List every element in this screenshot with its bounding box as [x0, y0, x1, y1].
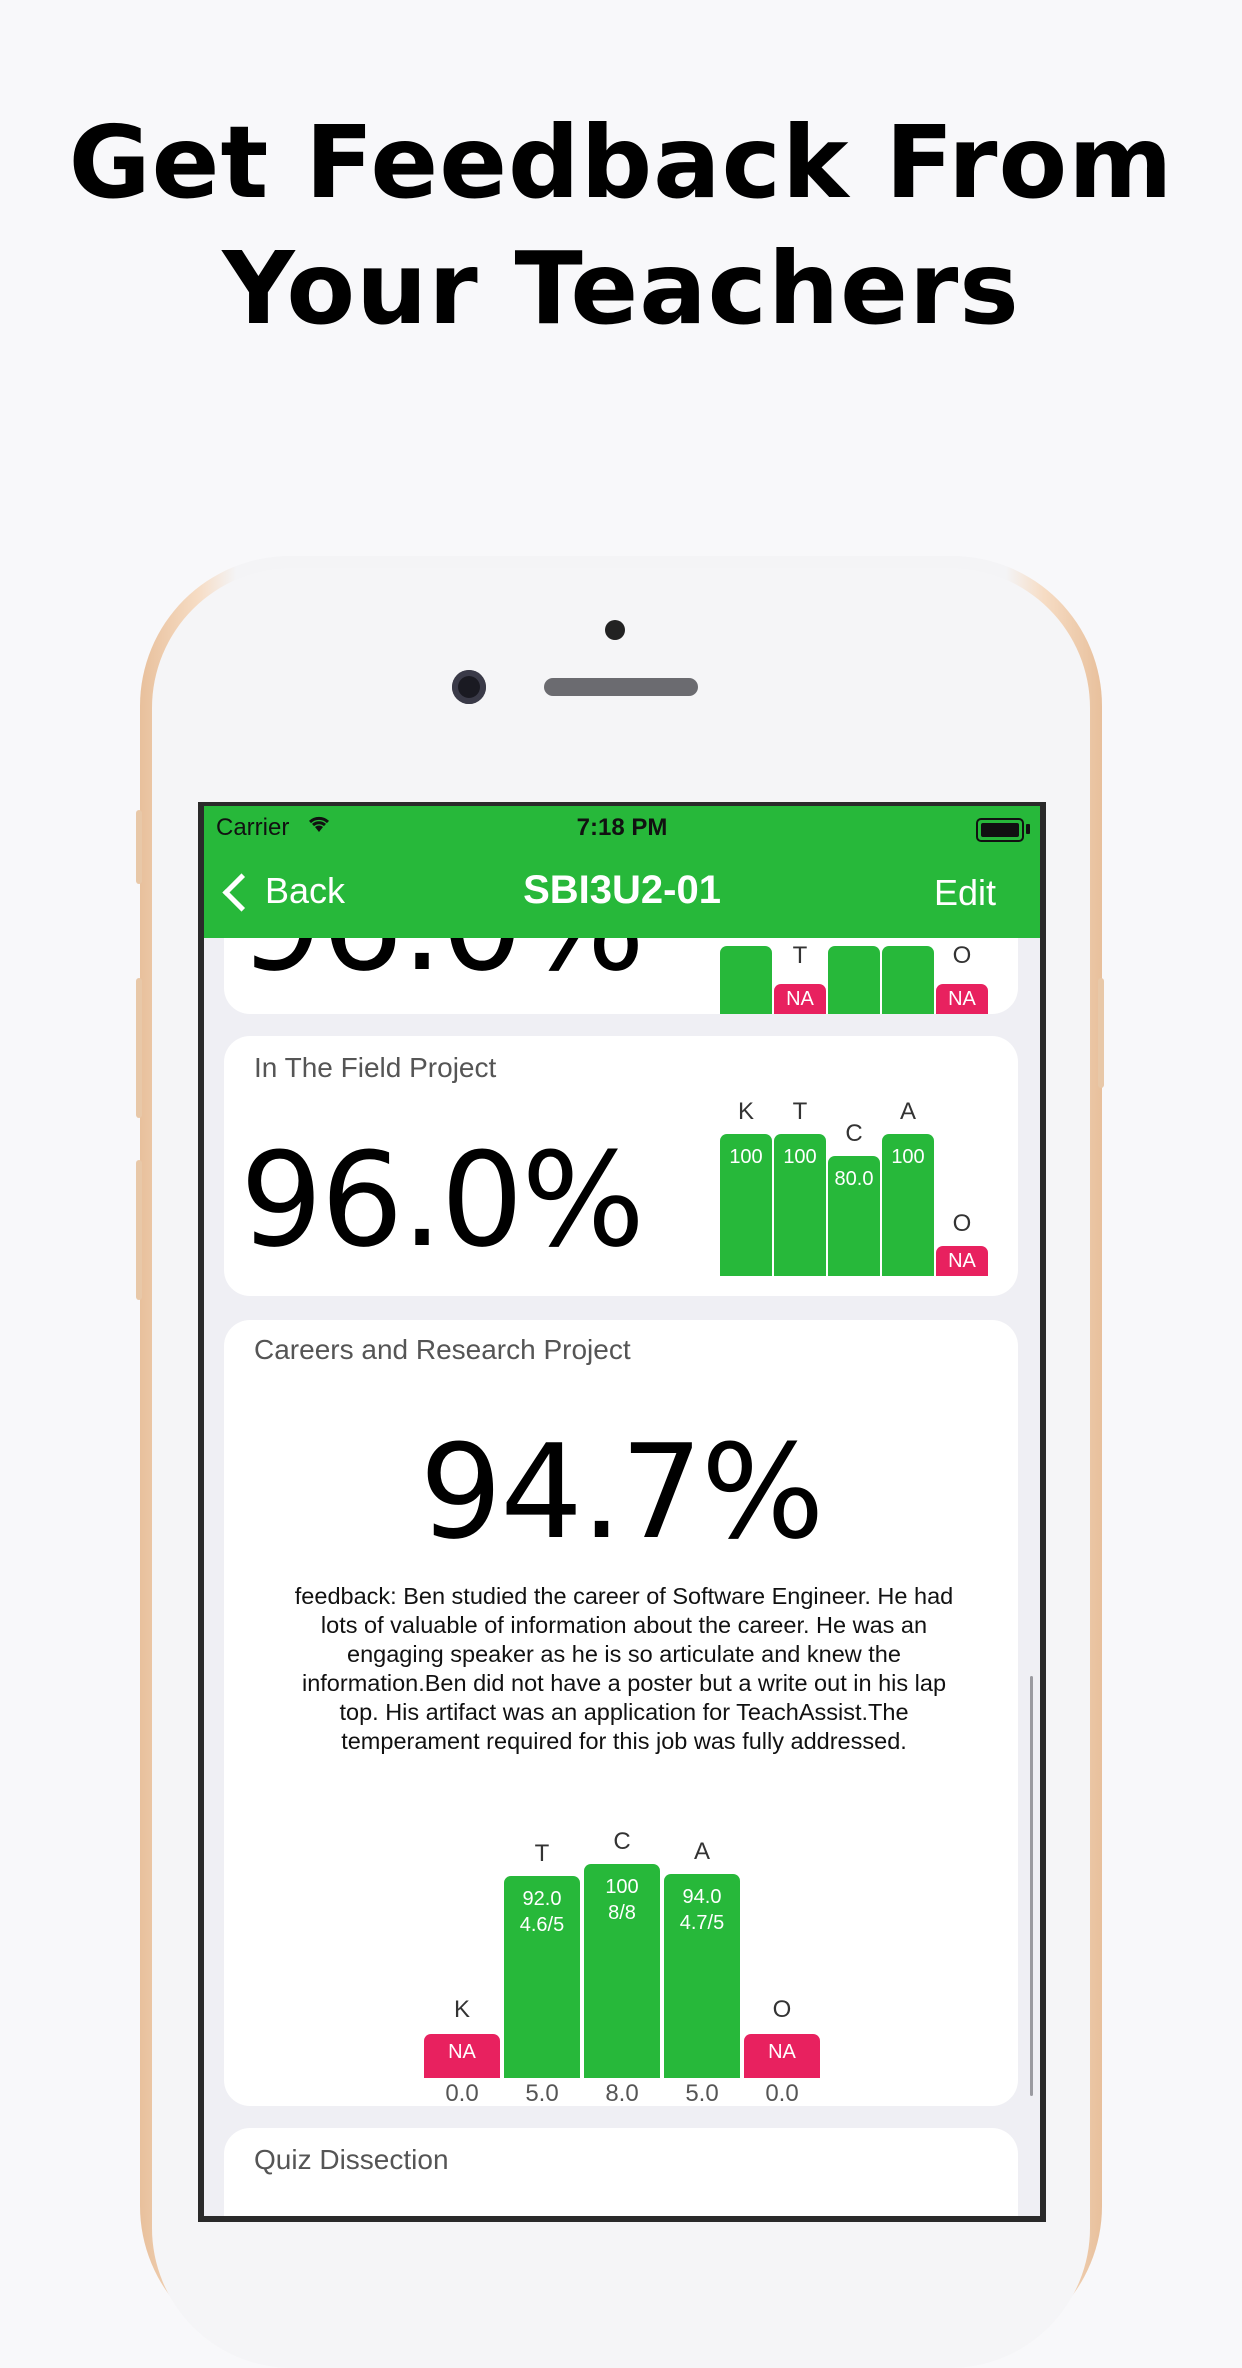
bar-label-a: A: [693, 1838, 710, 1865]
bar-c: [828, 946, 880, 1014]
bar-label-c: C: [845, 1120, 863, 1147]
teacher-feedback: feedback: Ben studied the career of Soft…: [294, 1583, 954, 1754]
side-button-mute: [136, 810, 142, 884]
weight-t: 5.0: [525, 2080, 559, 2106]
assessment-title: In The Field Project: [254, 1052, 497, 1083]
weight-k: 0.0: [445, 2080, 479, 2106]
bar-label-t: T: [792, 1098, 808, 1125]
bar-label-k: K: [453, 1996, 470, 2023]
assessment-percentage: 94.7%: [419, 1416, 825, 1568]
navigation-bar: Carrier 7:18 PM Back SBI3U2-01 Edit: [204, 806, 1040, 938]
app-screen: Carrier 7:18 PM Back SBI3U2-01 Edit 96.0…: [204, 806, 1040, 2216]
bar-label-t: T: [534, 1840, 550, 1867]
status-time: 7:18 PM: [576, 814, 668, 841]
bar-t: 92.0 4.6/5: [504, 1876, 580, 2078]
weight-a: 5.0: [685, 2080, 719, 2106]
assessment-percentage: 96.0%: [240, 1124, 645, 1276]
headline-line-2: Your Teachers: [222, 230, 1020, 347]
bar-k: 100: [720, 1134, 772, 1276]
bar-o-na: NA: [936, 1246, 988, 1276]
bar-k-na: NA: [424, 2034, 500, 2078]
assessment-card-quiz-dissection[interactable]: Quiz Dissection: [224, 2128, 1018, 2216]
assessment-card-field-project[interactable]: In The Field Project 96.0% K 100 T 100 C…: [224, 1036, 1018, 1296]
course-title: SBI3U2-01: [523, 868, 721, 912]
weight-o: 0.0: [765, 2080, 799, 2106]
side-button-volume-up: [136, 978, 142, 1118]
headline: Get Feedback From Your Teachers: [0, 100, 1242, 352]
battery-icon: [976, 818, 1024, 842]
front-camera: [452, 670, 486, 704]
assessment-title: Quiz Dissection: [254, 2144, 449, 2175]
bar-label-c: C: [613, 1828, 631, 1855]
assessment-title: Careers and Research Project: [254, 1334, 631, 1365]
bar-label-o: O: [952, 942, 972, 969]
weight-c: 8.0: [605, 2080, 639, 2106]
battery-tip: [1026, 824, 1030, 834]
scroll-indicator[interactable]: [1030, 1676, 1033, 2096]
bar-k: [720, 946, 772, 1014]
bar-label-o: O: [952, 1210, 972, 1237]
assessment-card-careers-project[interactable]: Careers and Research Project 94.7% feedb…: [224, 1320, 1018, 2106]
bar-t-na: NA: [774, 984, 826, 1014]
bar-a: 100: [882, 1134, 934, 1276]
proximity-sensor: [605, 620, 625, 640]
bar-label-o: O: [772, 1996, 792, 2023]
bar-c: 80.0: [828, 1156, 880, 1276]
bar-label-t: T: [792, 942, 808, 969]
bar-t: 100: [774, 1134, 826, 1276]
bar-a: [882, 946, 934, 1014]
headline-line-1: Get Feedback From: [68, 104, 1174, 221]
edit-button[interactable]: Edit: [934, 872, 996, 914]
side-button-power: [1098, 978, 1104, 1088]
bar-o-na: NA: [936, 984, 988, 1014]
side-button-volume-down: [136, 1160, 142, 1300]
bar-label-a: A: [899, 1098, 916, 1125]
bar-c: 100 8/8: [584, 1864, 660, 2078]
earpiece-speaker: [544, 678, 698, 696]
bar-o-na: NA: [744, 2034, 820, 2078]
bar-a: 94.0 4.7/5: [664, 1874, 740, 2078]
bar-label-k: K: [737, 1098, 754, 1125]
